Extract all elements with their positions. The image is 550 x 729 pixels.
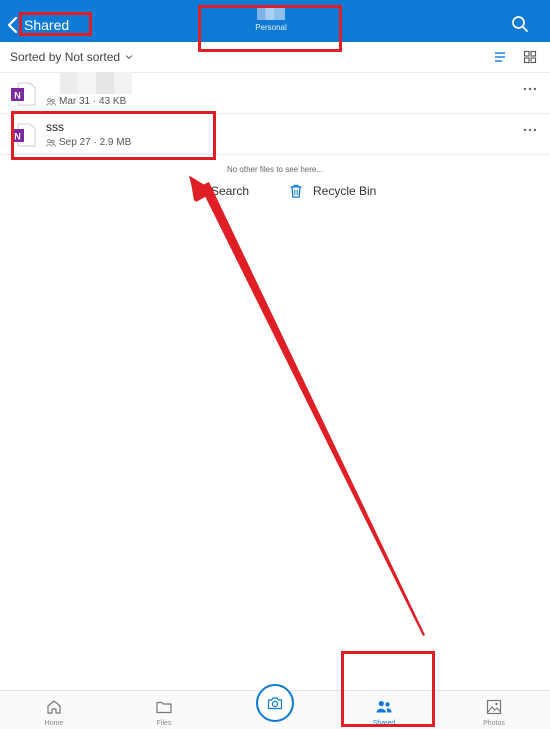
tab-files[interactable]: Files (124, 691, 204, 729)
search-action-label: Search (211, 184, 250, 198)
search-action[interactable]: Search (187, 184, 249, 198)
camera-icon (267, 697, 283, 710)
trash-icon (290, 184, 302, 198)
tab-home[interactable]: Home (14, 691, 94, 729)
svg-text:N: N (14, 91, 21, 101)
recycle-bin-action[interactable]: Recycle Bin (289, 184, 376, 198)
file-row[interactable]: N Mar 31 · 43 KB (0, 72, 550, 114)
more-options-icon[interactable] (522, 85, 538, 93)
chevron-down-icon (125, 55, 133, 60)
list-view-icon[interactable] (493, 51, 507, 63)
chevron-left-icon (7, 16, 18, 34)
sort-dropdown[interactable]: Sorted by Not sorted (10, 50, 133, 64)
tab-home-label: Home (44, 720, 64, 727)
file-name-redacted (60, 72, 132, 94)
grid-view-icon[interactable] (523, 50, 537, 64)
shared-people-icon (46, 97, 56, 106)
annotation-box-back (19, 12, 92, 36)
more-options-icon[interactable] (522, 126, 538, 134)
search-icon[interactable] (510, 14, 530, 34)
onenote-icon: N (11, 82, 36, 106)
file-meta-text: Mar 31 · 43 KB (59, 96, 127, 107)
camera-button[interactable] (256, 684, 294, 722)
sort-label: Sorted by Not sorted (10, 50, 121, 64)
annotation-box-title (198, 5, 342, 52)
annotation-box-shared-tab (341, 651, 435, 727)
file-meta: Mar 31 · 43 KB (46, 96, 126, 107)
photos-icon (486, 699, 502, 715)
tab-files-label: Files (156, 720, 172, 727)
empty-state-note: No other files to see here... (226, 165, 324, 174)
folder-icon (156, 701, 172, 714)
tab-photos[interactable]: Photos (454, 691, 534, 729)
tab-photos-label: Photos (483, 720, 505, 727)
annotation-box-file-row (11, 111, 216, 160)
home-icon (47, 700, 61, 714)
recycle-bin-label: Recycle Bin (313, 184, 377, 198)
